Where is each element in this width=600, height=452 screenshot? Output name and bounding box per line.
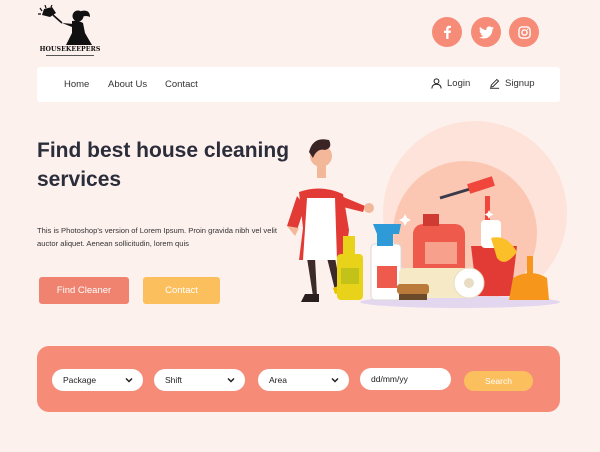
signup-link[interactable]: Signup [489,78,535,89]
hero-title: Find best house cleaning services [37,139,290,191]
housekeeper-silhouette-icon [38,5,92,45]
brand-underline [46,55,94,56]
search-button[interactable]: Search [464,371,533,391]
hero-description: This is Photoshop's version of Lorem Ips… [37,226,277,248]
shift-select[interactable]: Shift [154,369,245,391]
package-select[interactable]: Package [52,369,143,391]
facebook-button[interactable] [432,17,462,47]
chevron-down-icon [331,377,339,383]
login-label: Login [447,78,471,89]
twitter-button[interactable] [471,17,501,47]
shift-select-value: Shift [165,375,183,385]
navbar: Home About Us Contact Login Signup [37,67,560,102]
instagram-icon [517,25,531,39]
instagram-button[interactable] [509,17,539,47]
nav-about-us[interactable]: About Us [108,79,147,90]
cleaning-illustration [287,121,567,308]
package-select-value: Package [63,375,97,385]
brand-logo[interactable]: HOUSEKEEPERS [38,5,102,59]
twitter-icon [478,25,494,38]
login-link[interactable]: Login [431,78,470,89]
facebook-icon [444,25,451,39]
nav-contact[interactable]: Contact [165,79,198,90]
contact-button[interactable]: Contact [143,277,220,304]
area-select[interactable]: Area [258,369,349,391]
nav-home[interactable]: Home [64,79,89,90]
signup-label: Signup [505,78,535,89]
pencil-icon [489,78,500,89]
find-cleaner-button[interactable]: Find Cleaner [39,277,129,304]
brand-name: HOUSEKEEPERS [39,46,101,53]
chevron-down-icon [227,377,235,383]
date-input[interactable]: dd/mm/yy [360,368,451,390]
brush [397,284,429,300]
chevron-down-icon [125,377,133,383]
date-input-placeholder: dd/mm/yy [371,374,408,384]
area-select-value: Area [269,375,287,385]
search-panel: Package Shift Area dd/mm/yy Search [37,346,560,412]
user-icon [431,78,442,89]
